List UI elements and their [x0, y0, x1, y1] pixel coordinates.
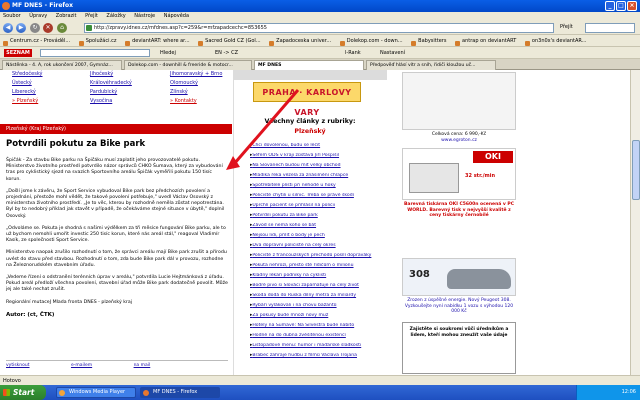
- bookmark-item[interactable]: Babysitters: [411, 38, 446, 44]
- url-text: http://zpravy.idnes.cz/mfdnes.asp?c=259&…: [94, 25, 267, 31]
- status-bar: Hotovo: [0, 375, 640, 385]
- tab-predpoved[interactable]: Předpověď hlásí vítr a sníh, řidiči klou…: [366, 60, 496, 70]
- bookmark-item[interactable]: deviantART: where ar...: [125, 38, 189, 44]
- menu-help[interactable]: Nápověda: [164, 13, 189, 19]
- bookmark-item[interactable]: Sacred Gold CZ (Gol...: [198, 38, 260, 44]
- toolbar-search-input[interactable]: [40, 49, 150, 57]
- scrollbar-thumb[interactable]: [632, 140, 640, 200]
- taskbar-item-firefox[interactable]: MF DNES - Firefox: [140, 387, 220, 398]
- menu-view[interactable]: Zobrazit: [56, 13, 77, 19]
- go-button[interactable]: Přejít: [560, 24, 573, 30]
- bookmarks-toolbar: Centrum.cz - Prováděl... Spolužáci.cz de…: [0, 36, 640, 47]
- taskbar: Start Windows Media Player MF DNES - Fir…: [0, 385, 640, 400]
- menu-bookmarks[interactable]: Záložky: [106, 13, 125, 19]
- close-button[interactable]: ×: [627, 1, 637, 11]
- menu-edit[interactable]: Úpravy: [29, 13, 47, 19]
- bookmark-item[interactable]: Centrum.cz - Prováděl...: [3, 38, 70, 44]
- home-icon[interactable]: ⌂: [57, 23, 67, 33]
- maximize-button[interactable]: □: [616, 1, 626, 11]
- rank-button[interactable]: l-Rank: [345, 47, 361, 59]
- seznam-logo: SEZNAM: [4, 49, 32, 57]
- clock: 12:06: [621, 389, 636, 395]
- bookmark-item[interactable]: Zapadoceska univer...: [269, 38, 331, 44]
- start-button[interactable]: Start: [0, 385, 46, 400]
- bookmark-item[interactable]: Dolekop.com - down...: [340, 38, 403, 44]
- window-title: MF DNES - Firefox: [12, 2, 74, 9]
- media-player-icon: [59, 390, 65, 396]
- bookmark-item[interactable]: antrap on deviantART: [455, 38, 516, 44]
- search-box[interactable]: [585, 23, 635, 33]
- translate-button[interactable]: EN -> CZ: [215, 47, 238, 59]
- menu-go[interactable]: Přejít: [85, 13, 98, 19]
- title-bar: MF DNES - Firefox _ □ ×: [0, 0, 640, 12]
- red-arrow-line: [232, 89, 300, 165]
- taskbar-item-label: MF DNES - Firefox: [153, 389, 198, 395]
- forward-icon[interactable]: ▶: [16, 23, 26, 33]
- menu-tools[interactable]: Nástroje: [134, 13, 155, 19]
- url-bar[interactable]: http://zpravy.idnes.cz/mfdnes.asp?c=259&…: [84, 23, 554, 33]
- taskbar-item-label: Windows Media Player: [69, 389, 126, 395]
- tab-mf-dnes[interactable]: MF DNES: [254, 60, 364, 70]
- seznam-toolbar: SEZNAM Hledej EN -> CZ l-Rank Nastavení: [0, 47, 640, 59]
- tab-nastenka[interactable]: Nástěnka - 4. A, rok ukončení 2007, Gymn…: [2, 60, 122, 70]
- tab-bar: Nástěnka - 4. A, rok ukončení 2007, Gymn…: [0, 59, 640, 70]
- tab-dolekop[interactable]: Dolekop.com - downhill & freeride & moto…: [124, 60, 252, 70]
- firefox-icon: [2, 2, 10, 10]
- windows-logo-icon: [3, 389, 10, 396]
- menu-bar: Soubor Úpravy Zobrazit Přejít Záložky Ná…: [0, 12, 640, 21]
- settings-button[interactable]: Nastavení: [380, 47, 405, 59]
- back-icon[interactable]: ◀: [3, 23, 13, 33]
- toolbar-search-button[interactable]: Hledej: [160, 47, 176, 59]
- red-arrows-overlay: [226, 89, 300, 170]
- vertical-scrollbar[interactable]: [630, 70, 640, 375]
- navigation-toolbar: ◀ ▶ ↻ ✕ ⌂ http://zpravy.idnes.cz/mfdnes.…: [0, 21, 640, 35]
- menu-file[interactable]: Soubor: [3, 13, 21, 19]
- reload-icon[interactable]: ↻: [30, 23, 40, 33]
- site-icon: [86, 25, 92, 31]
- start-label: Start: [13, 388, 35, 397]
- taskbar-item-media-player[interactable]: Windows Media Player: [56, 387, 136, 398]
- page-content: Středočeský Jihočeský Jihomoravský + Brn…: [0, 70, 640, 375]
- bookmark-item[interactable]: Spolužáci.cz: [79, 38, 117, 44]
- firefox-icon: [143, 390, 149, 396]
- bookmark-item[interactable]: on3n0x's deviantAR...: [525, 38, 587, 44]
- system-tray: 12:06: [576, 385, 640, 400]
- minimize-button[interactable]: _: [605, 1, 615, 11]
- stop-icon[interactable]: ✕: [43, 23, 53, 33]
